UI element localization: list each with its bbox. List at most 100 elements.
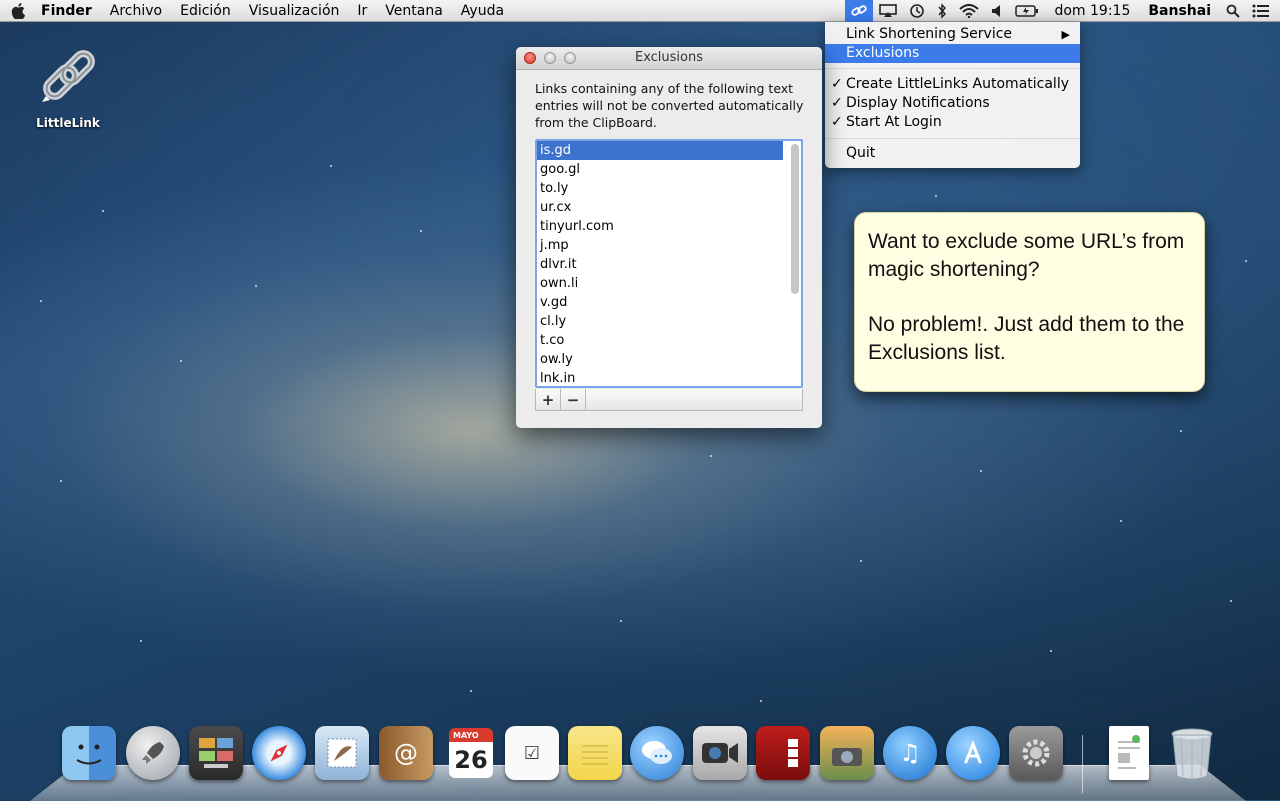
menu-item-exclusions[interactable]: Exclusions [825,44,1080,63]
system-preferences-icon[interactable] [1007,723,1065,783]
list-item[interactable]: t.co [537,331,783,350]
list-item[interactable]: to.ly [537,179,783,198]
star [140,640,142,642]
menu-item-create-automatically[interactable]: ✓ Create LittleLinks Automatically [825,75,1080,94]
star [620,620,622,622]
star [860,560,862,562]
stamp-icon [315,726,369,780]
photo-booth-icon[interactable] [754,723,812,783]
at-sign-icon: @ [379,726,433,780]
list-item[interactable]: cl.ly [537,312,783,331]
mission-control-icon[interactable] [187,723,245,783]
star [710,455,712,457]
star [1180,430,1182,432]
list-item[interactable]: lnk.in [537,369,783,386]
menu-edicion[interactable]: Edición [171,0,240,22]
menu-archivo[interactable]: Archivo [101,0,171,22]
menu-item-label: Start At Login [846,114,942,130]
spotlight-icon[interactable] [1220,0,1246,22]
list-item[interactable]: ur.cx [537,198,783,217]
reminders-icon[interactable]: ☑ [503,723,561,783]
airplay-icon[interactable] [873,0,903,22]
exclusions-window: Exclusions Links containing any of the f… [516,47,822,428]
messages-icon[interactable] [628,723,686,783]
calendar-month: MAYO [449,728,493,742]
trash-icon[interactable] [1163,723,1221,783]
iphoto-icon[interactable] [818,723,876,783]
remove-entry-button[interactable]: − [561,389,586,410]
launchpad-icon[interactable] [124,723,182,783]
contacts-icon[interactable]: @ [377,723,435,783]
menu-ayuda[interactable]: Ayuda [452,0,513,22]
menu-visualizacion[interactable]: Visualización [240,0,349,22]
note-line-1: Want to exclude some URL’s from magic sh… [868,230,1185,281]
star [470,690,472,692]
star [1120,520,1122,522]
star [255,285,257,287]
list-scrollbar[interactable] [791,144,799,384]
user-name[interactable]: Banshai [1139,0,1220,22]
list-item[interactable]: own.li [537,274,783,293]
mail-icon[interactable] [313,723,371,783]
callout-note: Want to exclude some URL’s from magic sh… [854,212,1205,392]
facetime-icon[interactable] [691,723,749,783]
finder-icon[interactable] [60,723,118,783]
camera-icon [693,726,747,780]
menu-item-label: Link Shortening Service [846,26,1013,42]
music-note-icon: ♫ [883,726,937,780]
file-page-icon [1109,726,1149,780]
app-store-a-icon [946,726,1000,780]
compass-icon [252,726,306,780]
littlelink-icon[interactable] [845,0,874,22]
itunes-icon[interactable]: ♫ [881,723,939,783]
calendar-page: MAYO 26 [442,726,496,780]
menu-item-start-at-login[interactable]: ✓ Start At Login [825,113,1080,132]
list-item[interactable]: dlvr.it [537,255,783,274]
list-item[interactable]: is.gd [537,141,783,160]
battery-icon[interactable] [1009,0,1045,22]
clock[interactable]: dom 19:15 [1045,0,1139,22]
apple-icon[interactable] [10,0,26,22]
scrollbar-thumb[interactable] [791,144,799,294]
menu-item-quit[interactable]: Quit [825,144,1080,163]
photo-camera-icon [820,726,874,780]
checkmark-icon: ✓ [831,95,843,111]
list-item[interactable]: ow.ly [537,350,783,369]
dock-separator [1082,735,1083,793]
notification-center-icon[interactable] [1246,0,1276,22]
star [330,165,332,167]
star [980,470,982,472]
time-machine-icon[interactable] [903,0,931,22]
exclusions-list[interactable]: is.gd goo.gl to.ly ur.cx tinyurl.com j.m… [535,139,803,388]
list-item[interactable]: v.gd [537,293,783,312]
wifi-icon[interactable] [953,0,985,22]
status-area: dom 19:15 Banshai [845,0,1280,22]
list-item[interactable]: j.mp [537,236,783,255]
star [60,480,62,482]
star [420,230,422,232]
document-icon[interactable] [1100,723,1158,783]
star [180,360,182,362]
notes-icon[interactable] [566,723,624,783]
window-titlebar[interactable]: Exclusions [516,47,822,70]
desktop-icon-label: LittleLink [36,116,100,130]
calendar-day: 26 [449,742,493,778]
menu-ventana[interactable]: Ventana [376,0,452,22]
star [40,300,42,302]
menu-item-display-notifications[interactable]: ✓ Display Notifications [825,94,1080,113]
list-item[interactable]: tinyurl.com [537,217,783,236]
bluetooth-icon[interactable] [931,0,953,22]
menu-item-link-shortening-service[interactable]: Link Shortening Service ▶ [825,25,1080,44]
desktop-icon-littlelink[interactable]: LittleLink [26,50,110,130]
list-item[interactable]: goo.gl [537,160,783,179]
app-store-icon[interactable] [944,723,1002,783]
littlelink-status-menu: Link Shortening Service ▶ Exclusions ✓ C… [825,22,1080,168]
volume-icon[interactable] [985,0,1009,22]
menu-ir[interactable]: Ir [348,0,376,22]
calendar-icon[interactable]: MAYO 26 [440,723,498,783]
checkmark-icon: ✓ [831,114,843,130]
checklist-icon: ☑ [505,726,559,780]
safari-icon[interactable] [250,723,308,783]
menu-app-name[interactable]: Finder [32,0,101,22]
add-entry-button[interactable]: + [536,389,561,410]
